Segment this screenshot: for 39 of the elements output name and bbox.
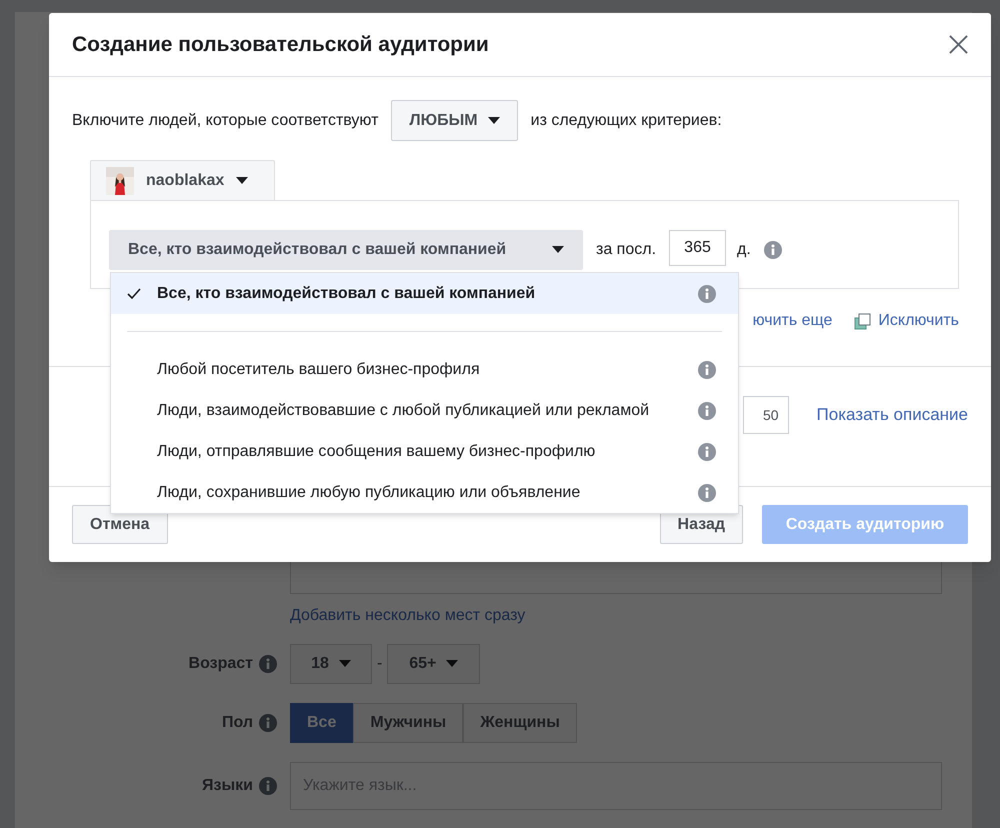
days-field[interactable]: 365 <box>669 230 726 266</box>
source-tab[interactable]: naoblakax <box>90 160 275 200</box>
menu-item[interactable]: Люди, взаимодействовавшие с любой публикацией или рекламой <box>111 390 738 431</box>
exclude-link[interactable]: Исключить <box>854 309 959 333</box>
languages-label: Языки <box>202 776 253 796</box>
age-separator: - <box>377 654 382 674</box>
caret-icon <box>488 116 500 124</box>
event-dropdown[interactable]: Все, кто взаимодействовал с вашей компанией <box>109 230 583 270</box>
info-icon <box>259 655 277 673</box>
retention-field[interactable]: 50 <box>742 396 789 434</box>
menu-item[interactable]: Любой посетитель вашего бизнес-профиля <box>111 349 738 390</box>
info-icon <box>259 714 277 732</box>
info-icon <box>259 777 277 795</box>
caret-icon <box>552 246 564 254</box>
caret-icon <box>236 176 248 184</box>
match-dropdown[interactable]: ЛЮБЫМ <box>391 100 518 141</box>
info-icon <box>698 284 716 302</box>
info-icon <box>698 360 716 378</box>
days-unit: д. <box>737 240 751 260</box>
menu-item[interactable]: Люди, отправлявшие сообщения вашему бизнес-профилю <box>111 431 738 472</box>
squares-icon <box>854 312 872 330</box>
close-icon[interactable] <box>949 35 968 54</box>
menu-item[interactable]: Все, кто взаимодействовал с вашей компанией <box>111 273 738 314</box>
caret-icon <box>338 660 351 668</box>
caret-icon <box>446 660 458 668</box>
info-icon <box>698 402 716 420</box>
age-label: Возраст <box>188 654 253 674</box>
info-icon <box>764 241 782 259</box>
criteria-text: из следующих критериев: <box>530 110 722 130</box>
include-more-link[interactable]: ючить еще <box>752 309 832 333</box>
checkmark-icon <box>127 288 141 299</box>
info-icon <box>698 484 716 502</box>
period-label: за посл. <box>596 240 656 260</box>
show-description-link[interactable]: Показать описание <box>816 396 968 434</box>
dialog-title: Создание пользовательской аудитории <box>72 32 489 58</box>
info-icon <box>698 442 716 460</box>
gender-label: Пол <box>222 713 253 733</box>
menu-item[interactable]: Люди, сохранившие любую публикацию или объявление <box>111 472 738 513</box>
criteria-text: Включите людей, которые соответствуют <box>72 110 378 130</box>
